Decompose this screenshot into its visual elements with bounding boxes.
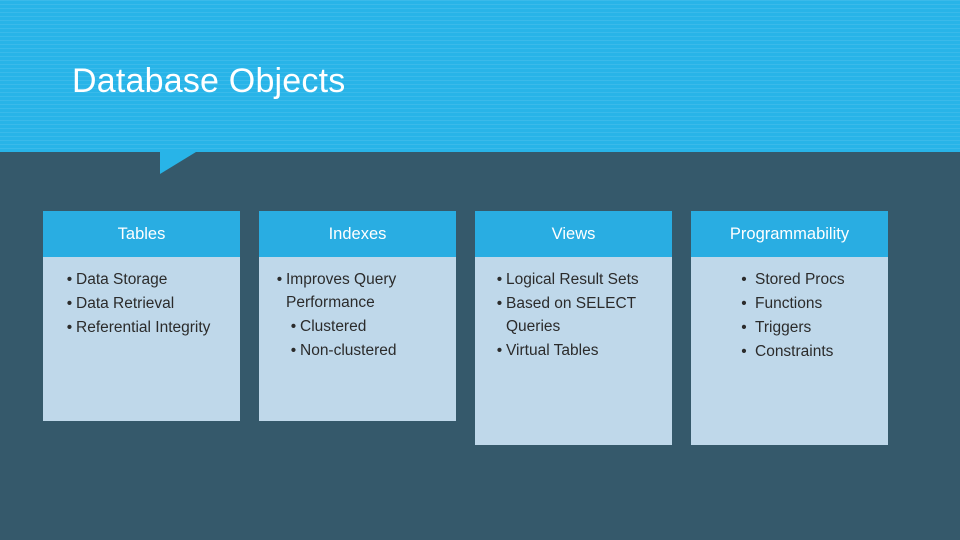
list-item-label: Stored Procs xyxy=(755,271,845,288)
column-header-tables: Tables xyxy=(43,211,240,257)
list-item: • Functions xyxy=(733,293,878,316)
column-indexes: Indexes • Improves Query Performance • C… xyxy=(259,211,456,445)
list-item: • Logical Result Sets xyxy=(493,269,662,292)
list-item-label: Non-clustered xyxy=(300,341,397,359)
list-item-label: Improves Query Performance xyxy=(286,271,397,311)
column-body-tables: • Data Storage • Data Retrieval • Refere… xyxy=(43,257,240,421)
list-item: • Clustered xyxy=(273,316,446,339)
column-body-views: • Logical Result Sets • Based on SELECT … xyxy=(475,257,672,445)
list-item-label: Virtual Tables xyxy=(506,341,599,359)
bullet-icon: • xyxy=(290,317,297,335)
list-item-label: Logical Result Sets xyxy=(506,271,639,288)
bullet-icon: • xyxy=(66,271,73,288)
list-item: • Non-clustered xyxy=(273,340,446,363)
banner-pointer xyxy=(160,152,232,174)
page-title: Database Objects xyxy=(72,62,346,100)
bullet-icon: • xyxy=(290,341,297,359)
list-item: • Triggers xyxy=(733,317,878,340)
bullet-icon: • xyxy=(66,294,73,312)
list-item-label: Functions xyxy=(755,294,823,312)
column-body-indexes: • Improves Query Performance • Clustered… xyxy=(259,257,456,421)
list-item-label: Data Storage xyxy=(76,271,168,288)
list-item: • Based on SELECT Queries xyxy=(493,293,662,339)
column-tables: Tables • Data Storage • Data Retrieval •… xyxy=(43,211,240,445)
column-views: Views • Logical Result Sets • Based on S… xyxy=(475,211,672,445)
list-item-label: Triggers xyxy=(755,318,812,336)
bullet-icon: • xyxy=(741,342,747,360)
list-item: • Virtual Tables xyxy=(493,340,662,363)
column-header-views: Views xyxy=(475,211,672,257)
bullet-icon: • xyxy=(496,341,503,359)
bullet-icon: • xyxy=(496,294,503,312)
slide: Database Objects Tables • Data Storage •… xyxy=(0,0,960,540)
bullet-icon: • xyxy=(741,294,747,312)
column-header-programmability: Programmability xyxy=(691,211,888,257)
bullet-icon: • xyxy=(276,271,283,288)
column-header-indexes: Indexes xyxy=(259,211,456,257)
list-item-label: Clustered xyxy=(300,317,367,335)
list-item: • Stored Procs xyxy=(733,269,878,292)
bullet-icon: • xyxy=(741,318,747,336)
list-item: • Improves Query Performance xyxy=(273,269,446,315)
list-item: • Data Storage xyxy=(63,269,230,292)
list-item-label: Data Retrieval xyxy=(76,294,175,312)
column-body-programmability: • Stored Procs • Functions • Triggers • … xyxy=(691,257,888,445)
bullet-icon: • xyxy=(496,271,503,288)
list-item: • Data Retrieval xyxy=(63,293,230,316)
column-programmability: Programmability • Stored Procs • Functio… xyxy=(691,211,888,445)
bullet-list-tables: • Data Storage • Data Retrieval • Refere… xyxy=(53,269,230,340)
bullet-icon: • xyxy=(66,318,73,336)
bullet-list-views: • Logical Result Sets • Based on SELECT … xyxy=(485,269,662,363)
bullet-icon: • xyxy=(741,271,747,288)
list-item-label: Referential Integrity xyxy=(76,318,211,336)
bullet-list-programmability: • Stored Procs • Functions • Triggers • … xyxy=(701,269,878,364)
list-item: • Constraints xyxy=(733,341,878,364)
bullet-list-indexes: • Improves Query Performance • Clustered… xyxy=(269,269,446,363)
content-columns: Tables • Data Storage • Data Retrieval •… xyxy=(43,211,917,445)
list-item-label: Based on SELECT Queries xyxy=(506,294,636,335)
list-item-label: Constraints xyxy=(755,342,834,360)
list-item: • Referential Integrity xyxy=(63,317,230,340)
